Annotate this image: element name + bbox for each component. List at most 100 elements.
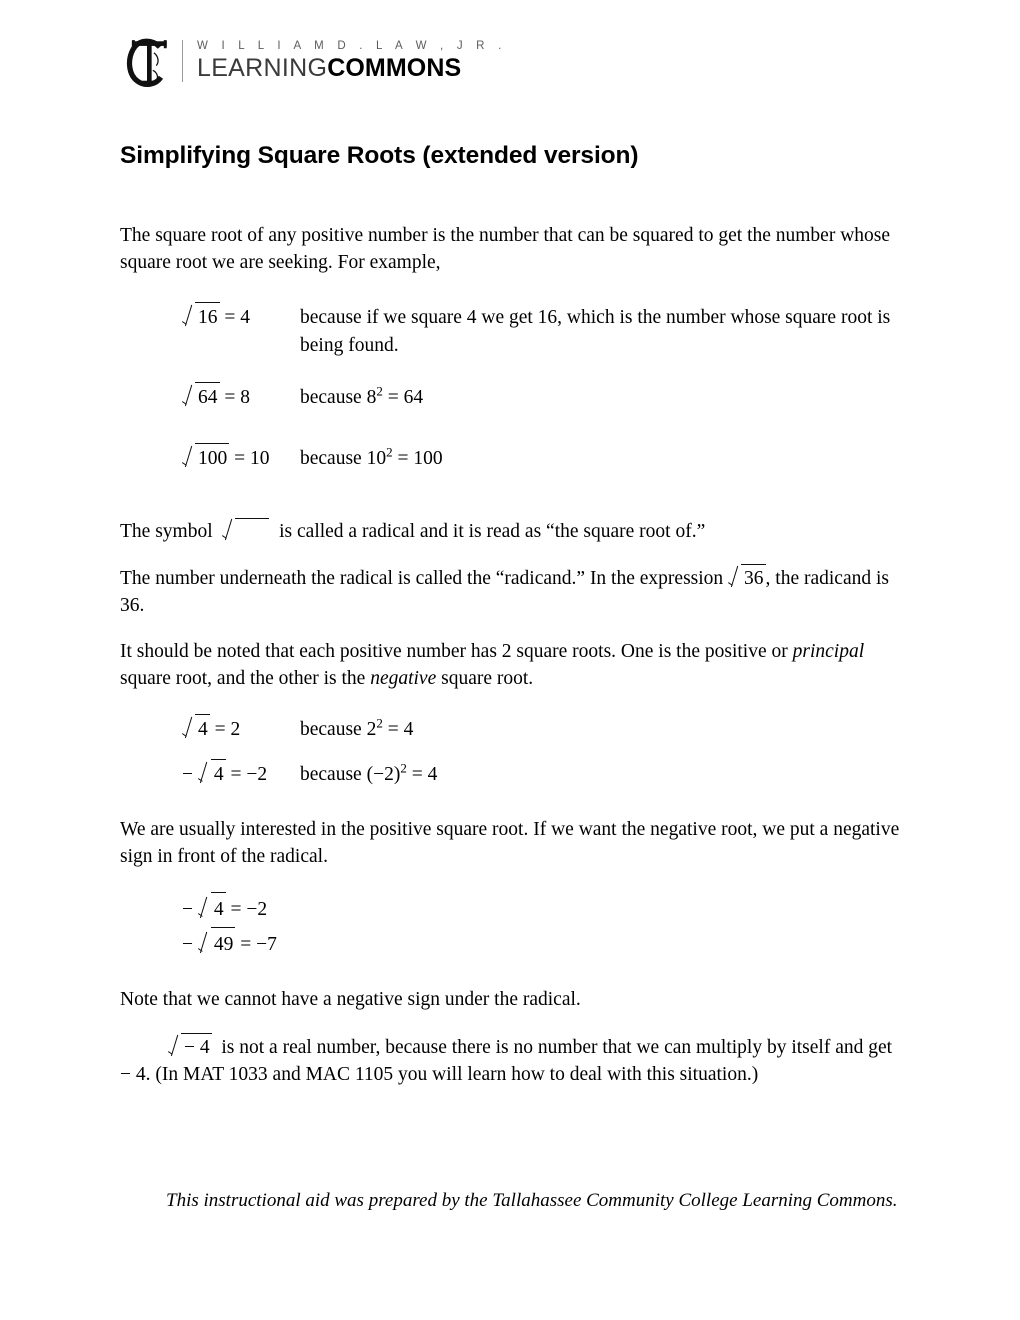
radicand: 49 xyxy=(210,927,236,962)
equation-lhs: − 49 = −7 xyxy=(182,927,300,962)
document-page: W I L L I A M D . L A W , J R . LEARNING… xyxy=(0,0,1020,1320)
radical-symbol: 16 xyxy=(182,302,220,333)
symbol-paragraph: The symbol is called a radical and it is… xyxy=(120,518,904,545)
radical-symbol: 4 xyxy=(198,892,226,927)
equation-lhs: 4 = 2 xyxy=(182,714,300,745)
equation-result: = 2 xyxy=(214,719,241,740)
logo-wordmark: W I L L I A M D . L A W , J R . LEARNING… xyxy=(197,40,506,82)
radicand: 4 xyxy=(210,759,226,790)
equation-row: 100 = 10 because 102 = 100 xyxy=(182,443,904,474)
radicand: 100 xyxy=(195,443,230,474)
page-title: Simplifying Square Roots (extended versi… xyxy=(120,142,639,170)
equation-lhs: 64 = 8 xyxy=(182,382,300,413)
equation-result: = 4 xyxy=(224,307,250,328)
explanation-text: because (−2) xyxy=(300,764,401,785)
two-roots-paragraph: It should be noted that each positive nu… xyxy=(120,638,904,692)
radical-symbol: 100 xyxy=(182,443,230,474)
equation-row: 16 = 4 because if we square 4 we get 16,… xyxy=(182,302,904,360)
negative-sign: − xyxy=(182,764,193,785)
equation-explanation: because 82 = 64 xyxy=(300,383,904,413)
radical-tick-icon xyxy=(182,386,194,407)
explanation-text: because 10 xyxy=(300,448,387,469)
intro-paragraph: The square root of any positive number i… xyxy=(120,225,891,273)
equation-lhs: 16 = 4 xyxy=(182,302,300,333)
exponent: 2 xyxy=(376,715,383,731)
logo-learning-commons: LEARNINGCOMMONS xyxy=(197,55,506,82)
equation-explanation: because 102 = 100 xyxy=(300,444,904,474)
radical-symbol: 4 xyxy=(182,714,210,745)
equation-lhs: − 4 = −2 xyxy=(182,759,300,790)
equation-row: 64 = 8 because 82 = 64 xyxy=(182,382,904,413)
equation-lhs: − 4 = −2 xyxy=(182,892,300,927)
emphasis-principal: principal xyxy=(792,641,865,662)
radical-tick-icon xyxy=(182,447,194,468)
exponent: 2 xyxy=(386,444,393,460)
radical-symbol: 49 xyxy=(198,927,236,962)
radicand: 4 xyxy=(195,714,210,745)
radical-symbol: 4 xyxy=(198,759,226,790)
logo-block: W I L L I A M D . L A W , J R . LEARNING… xyxy=(118,30,506,92)
radical-tick-icon xyxy=(198,763,210,784)
symbol-para-before: The symbol xyxy=(120,521,213,542)
final-para-value: − 4 xyxy=(120,1064,146,1085)
logo-divider xyxy=(182,40,183,82)
equation-row: − 4 = −2 xyxy=(182,892,904,927)
radical-tick-icon xyxy=(182,718,194,739)
exponent: 2 xyxy=(376,383,383,399)
symbol-para-after: is called a radical and it is read as “t… xyxy=(279,521,706,542)
equation-explanation: because if we square 4 we get 16, which … xyxy=(300,307,891,356)
final-paragraph: − 4 is not a real number, because there … xyxy=(120,1033,904,1088)
radical-tick-icon xyxy=(182,306,194,327)
radicand: − 4 xyxy=(181,1033,212,1061)
equation-result: = −2 xyxy=(230,764,268,785)
exponent: 2 xyxy=(400,760,407,776)
positive-root-paragraph: We are usually interested in the positiv… xyxy=(120,819,900,867)
two-roots-seg1: It should be noted that each positive nu… xyxy=(120,641,793,662)
negative-sign: − xyxy=(182,934,193,955)
radical-tick-icon xyxy=(728,567,740,588)
explanation-result: = 4 xyxy=(387,719,414,740)
explanation-result: = 4 xyxy=(411,764,438,785)
explanation-text: because 8 xyxy=(300,387,377,408)
logo-commons-word: COMMONS xyxy=(327,54,462,82)
radical-tick-icon xyxy=(198,898,210,919)
equation-row: − 49 = −7 xyxy=(182,927,904,962)
radicand-paragraph: The number underneath the radical is cal… xyxy=(120,564,904,619)
emphasis-negative: negative xyxy=(370,668,437,689)
footer-note: This instructional aid was prepared by t… xyxy=(166,1190,898,1211)
document-body: The square root of any positive number i… xyxy=(120,222,904,1088)
final-para-tail: . (In MAT 1033 and MAC 1105 you will lea… xyxy=(145,1064,759,1085)
radical-tick-icon xyxy=(222,520,234,541)
equation-row: 4 = 2 because 22 = 4 xyxy=(182,714,904,745)
equation-result: = −7 xyxy=(240,934,277,955)
explanation-text: because 2 xyxy=(300,719,377,740)
tcc-monogram-icon xyxy=(126,38,167,87)
explanation-result: = 64 xyxy=(387,387,424,408)
logo-person-name: W I L L I A M D . L A W , J R . xyxy=(197,40,507,52)
negative-sign: − xyxy=(182,899,193,920)
radical-tick-icon xyxy=(198,933,210,954)
radical-symbol-negative: − 4 xyxy=(168,1033,212,1061)
equation-row: − 4 = −2 because (−2)2 = 4 xyxy=(182,759,904,790)
radicand-empty xyxy=(235,518,270,537)
explanation-result: = 100 xyxy=(397,448,443,469)
equation-result: = −2 xyxy=(230,899,268,920)
logo-learning-word: LEARNING xyxy=(197,54,328,82)
two-roots-seg3: square root. xyxy=(436,668,534,689)
radicand-para-before: The number underneath the radical is cal… xyxy=(120,568,724,589)
final-para-after: is not a real number, because there is n… xyxy=(221,1037,893,1058)
note-paragraph: Note that we cannot have a negative sign… xyxy=(120,989,581,1010)
empty-radical-symbol xyxy=(222,518,270,545)
radical-tick-icon xyxy=(168,1036,180,1057)
equation-result: = 8 xyxy=(224,387,250,408)
radical-symbol: 64 xyxy=(182,382,220,413)
equation-explanation: because (−2)2 = 4 xyxy=(300,760,904,790)
radicand: 64 xyxy=(195,382,220,413)
equation-lhs: 100 = 10 xyxy=(182,443,300,474)
radicand: 36 xyxy=(741,564,766,592)
radicand: 4 xyxy=(210,892,226,927)
radicand: 16 xyxy=(195,302,220,333)
two-roots-seg2: square root, and the other is the xyxy=(120,668,371,689)
equation-result: = 10 xyxy=(234,448,270,469)
radical-symbol: 36 xyxy=(728,564,766,592)
